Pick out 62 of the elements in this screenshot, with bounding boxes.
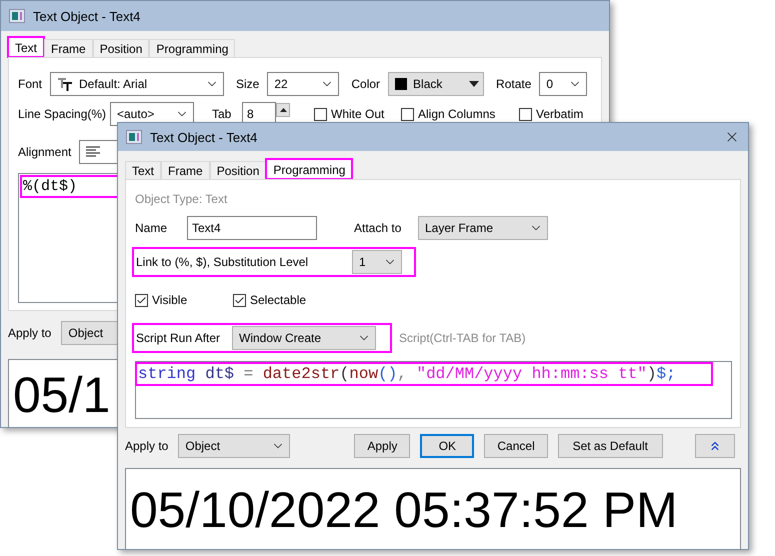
font-dropdown[interactable]: Default: Arial <box>50 72 224 96</box>
dialog-button[interactable]: Apply <box>354 434 410 458</box>
field-label: Apply to <box>125 439 168 453</box>
field-label: Name <box>135 221 168 235</box>
checkbox[interactable] <box>519 108 532 120</box>
collapse-button[interactable] <box>695 434 735 458</box>
spin-button[interactable] <box>276 103 290 117</box>
color-dropdown[interactable]: Black <box>388 72 484 96</box>
field-label: Attach to <box>354 221 402 235</box>
check-icon <box>234 294 245 306</box>
dialog-button[interactable]: Cancel <box>484 434 548 458</box>
script-hint: Script(Ctrl-TAB for TAB) <box>399 331 526 345</box>
dialog-button[interactable]: Set as Default <box>558 434 663 458</box>
checkbox-label: Align Columns <box>418 107 496 121</box>
tab[interactable]: Frame <box>44 39 93 57</box>
checkbox[interactable] <box>401 108 414 120</box>
tab[interactable]: Position <box>92 39 150 57</box>
check-icon <box>136 294 147 306</box>
align-left-icon <box>86 146 100 158</box>
field-label: Line Spacing(%) <box>18 107 108 121</box>
tab[interactable]: Programming <box>266 159 352 179</box>
checkbox[interactable] <box>135 294 148 306</box>
text-content: %(dt$) <box>23 178 78 195</box>
checkbox-label: White Out <box>331 107 384 121</box>
tab[interactable]: Text <box>8 37 44 57</box>
app-icon <box>9 9 25 23</box>
dialog-button[interactable]: OK <box>420 434 474 458</box>
field-label: Tab <box>212 107 232 121</box>
attach-to-dropdown[interactable]: Layer Frame <box>418 216 548 240</box>
field-label: Apply to <box>8 326 52 340</box>
app-icon <box>126 130 142 144</box>
window-title: Text Object - Text4 <box>150 130 258 144</box>
checkbox[interactable] <box>233 294 246 306</box>
checkbox[interactable] <box>314 108 327 120</box>
field-label: Color <box>351 77 380 91</box>
checkbox-label: Visible <box>152 293 188 307</box>
size-dropdown[interactable]: 22 <box>267 72 340 96</box>
up-arrow-icon <box>280 108 286 112</box>
object-type-label: Object Type: Text <box>135 192 228 206</box>
window-title: Text Object - Text4 <box>33 8 142 24</box>
field-label: Size <box>236 77 260 91</box>
font-icon <box>57 77 74 91</box>
apply-to-dropdown[interactable]: Object <box>178 434 290 458</box>
checkbox-label: Selectable <box>250 293 306 307</box>
script-run-after-dropdown[interactable]: Window Create <box>232 326 376 350</box>
field-label: Link to (%, $), Substitution Level <box>136 255 310 269</box>
checkbox-label: Verbatim <box>536 107 584 121</box>
rotate-dropdown[interactable]: 0 <box>539 72 588 96</box>
tab[interactable]: Position <box>210 161 266 179</box>
script-editor[interactable]: string dt$ = date2str(now(), "dd/MM/yyyy hh:mm:ss tt")$; <box>135 361 732 419</box>
field-label: Font <box>18 77 42 91</box>
field-label: Rotate <box>496 77 532 91</box>
script-line: string dt$ = date2str(now(), "dd/MM/yyyy hh:mm:ss tt")$; <box>138 365 676 383</box>
field-label: Alignment <box>18 145 72 159</box>
tab[interactable]: Programming <box>149 39 236 57</box>
preview-text: 05/10/2022 05:37:52 PM <box>130 485 678 535</box>
name-input[interactable]: Text4 <box>187 216 317 240</box>
substitution-level-dropdown[interactable]: 1 <box>352 250 402 274</box>
preview-text: 05/1 <box>13 370 110 420</box>
caret-icon <box>469 81 480 87</box>
tab[interactable]: Text <box>125 161 162 179</box>
tab[interactable]: Frame <box>161 161 210 179</box>
